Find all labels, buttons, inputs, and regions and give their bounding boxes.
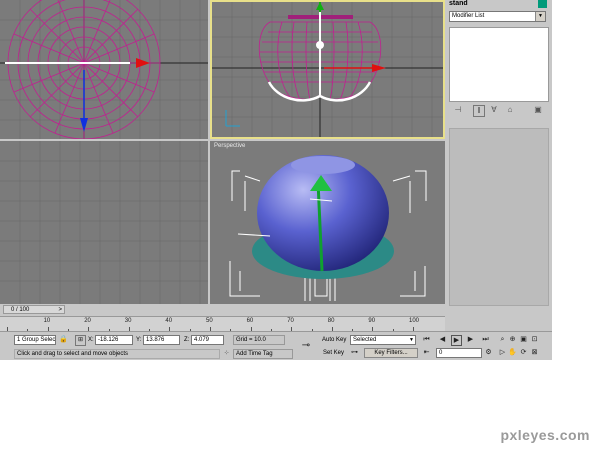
- y-axis-arrow: [80, 118, 88, 132]
- viewport-top[interactable]: [0, 0, 208, 139]
- viewport-front[interactable]: [210, 0, 445, 139]
- key-mode-toggle-icon[interactable]: ⇤: [422, 348, 431, 357]
- grid-readout: Grid = 10.0: [233, 335, 285, 345]
- ruler-label: 100: [409, 318, 420, 324]
- selection-info: 1 Group Selec: [14, 335, 56, 345]
- time-slider[interactable]: 0 / 100 >: [3, 305, 65, 314]
- key-mode-value: Selected: [353, 337, 377, 343]
- y-coordinate-field[interactable]: 13.876: [143, 335, 180, 345]
- parameters-rollout: [449, 128, 549, 306]
- stack-tools: ⊣ ‖ ∀ ⌂ ▣: [449, 103, 547, 117]
- key-mode-dropdown[interactable]: Selected ▼: [350, 335, 416, 345]
- object-name-field[interactable]: stand: [449, 0, 536, 9]
- x-axis-arrow: [136, 58, 150, 68]
- object-color-swatch[interactable]: [538, 0, 547, 8]
- time-tag-icon: ⁘: [223, 350, 230, 357]
- modifier-stack[interactable]: [449, 27, 549, 102]
- status-bar: 1 Group Selec 🔒 ⊞ X: -18.126 Y: 13.876 Z…: [0, 331, 552, 360]
- previous-frame-icon[interactable]: ◀: [438, 335, 447, 344]
- next-frame-icon[interactable]: ▶: [466, 335, 475, 344]
- field-of-view-icon[interactable]: ▷: [498, 348, 507, 357]
- watermark: pxleyes.com: [500, 427, 590, 443]
- x-coordinate-field[interactable]: -18.126: [95, 335, 133, 345]
- auto-key-button[interactable]: Auto Key: [322, 335, 346, 345]
- time-config-icon[interactable]: ⚙: [484, 348, 493, 357]
- viewport-left[interactable]: [0, 141, 208, 304]
- configure-sets-icon[interactable]: ▣: [533, 105, 543, 115]
- arc-rotate-icon[interactable]: ⟳: [519, 348, 528, 357]
- ruler-label: 70: [287, 318, 294, 324]
- y-label: Y:: [136, 337, 142, 343]
- key-icon[interactable]: ⊸: [298, 341, 314, 351]
- perspective-canvas: [229, 155, 427, 301]
- key-filters-button[interactable]: Key Filters...: [364, 348, 418, 358]
- go-to-end-icon[interactable]: ⏭: [481, 335, 490, 344]
- ruler-label: 50: [206, 318, 213, 324]
- z-coordinate-field[interactable]: 4.079: [191, 335, 224, 345]
- lock-icon[interactable]: 🔒: [59, 335, 68, 344]
- ruler-label: 80: [327, 318, 335, 324]
- ruler-label: 90: [368, 318, 376, 324]
- y-axis-arrow: [316, 2, 324, 10]
- left-view-canvas: [0, 141, 208, 304]
- ruler-label: 10: [43, 318, 51, 324]
- remove-modifier-icon[interactable]: ⌂: [505, 105, 515, 115]
- maximize-viewport-icon[interactable]: ⊠: [530, 348, 539, 357]
- ruler-label: 20: [84, 318, 91, 324]
- play-icon[interactable]: ▶: [451, 335, 462, 346]
- vase-opening: [291, 156, 355, 174]
- chevron-down-icon[interactable]: ▼: [535, 12, 545, 21]
- set-key-icon[interactable]: ⊶: [350, 348, 359, 357]
- set-key-label: Set Key: [323, 350, 345, 356]
- zoom-all-icon[interactable]: ⊕: [508, 335, 517, 344]
- show-end-result-icon[interactable]: ‖: [473, 105, 485, 117]
- prompt-line: Click and drag to select and move object…: [14, 349, 220, 359]
- x-axis-arrow: [372, 64, 386, 72]
- x-label: X:: [88, 337, 94, 343]
- zoom-extents-icon[interactable]: ▣: [519, 335, 528, 344]
- current-frame-field[interactable]: 0: [436, 348, 482, 358]
- add-time-tag[interactable]: Add Time Tag: [233, 349, 293, 359]
- viewport-perspective[interactable]: Perspective: [210, 141, 445, 304]
- track-bar[interactable]: 10 20 30 40 50 60 70 80 90 100: [0, 316, 445, 332]
- pin-stack-icon[interactable]: ⊣: [453, 105, 463, 115]
- zoom-icon[interactable]: ⌕: [498, 335, 507, 344]
- z-label: Z:: [184, 337, 190, 343]
- gizmo-center: [316, 41, 324, 49]
- next-frame-arrow[interactable]: >: [58, 306, 62, 314]
- frame-readout: 0 / 100: [11, 307, 30, 313]
- go-to-start-icon[interactable]: ⏮: [422, 335, 431, 344]
- zoom-extents-all-icon[interactable]: ⊡: [530, 335, 539, 344]
- 3dsmax-window: Perspective stand Modifier List ▼ ⊣ ‖ ∀ …: [0, 0, 552, 360]
- ruler-label: 40: [165, 318, 173, 324]
- chevron-down-icon[interactable]: ▼: [409, 336, 414, 344]
- command-panel: stand Modifier List ▼ ⊣ ‖ ∀ ⌂ ▣: [446, 0, 552, 306]
- front-view-canvas: [212, 2, 443, 137]
- ruler-label: 30: [124, 318, 132, 324]
- pan-icon[interactable]: ✋: [508, 348, 517, 357]
- modifier-list-label: Modifier List: [452, 13, 485, 19]
- top-view-canvas: [0, 0, 208, 139]
- absolute-mode-icon[interactable]: ⊞: [75, 335, 86, 346]
- time-slider-bar: 0 / 100 >: [0, 305, 445, 315]
- modifier-list-dropdown[interactable]: Modifier List ▼: [449, 11, 546, 22]
- make-unique-icon[interactable]: ∀: [489, 105, 499, 115]
- ruler-label: 60: [246, 318, 254, 324]
